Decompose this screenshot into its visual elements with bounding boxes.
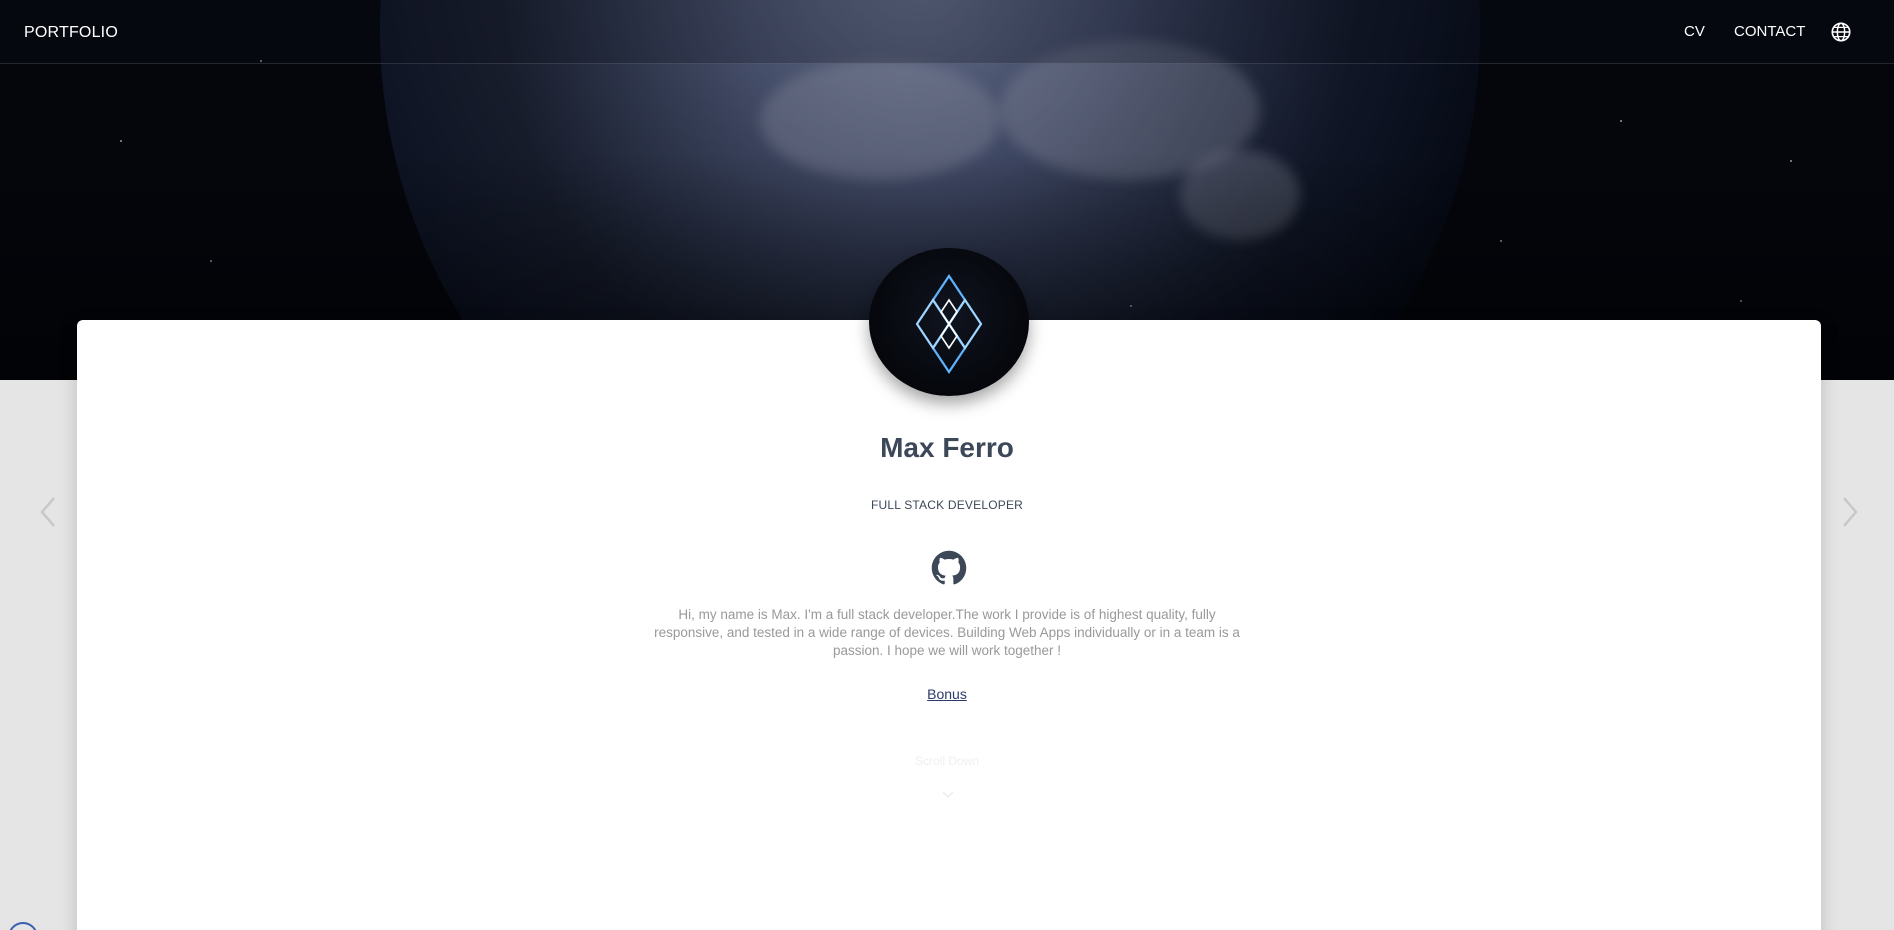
scroll-hint: Scroll Down: [914, 754, 980, 768]
bonus-container: Bonus: [0, 686, 1894, 702]
logo-icon: [915, 274, 983, 374]
avatar: [869, 248, 1029, 396]
brand-link[interactable]: PORTFOLIO: [24, 24, 118, 42]
globe-icon[interactable]: [1830, 21, 1852, 43]
nav-link-cv[interactable]: CV: [1684, 23, 1705, 40]
profile-name: Max Ferro: [880, 432, 1014, 463]
profile-role: FULL STACK DEVELOPER: [870, 498, 1024, 512]
bonus-link[interactable]: Bonus: [927, 686, 967, 702]
nav-link-contact[interactable]: CONTACT: [1734, 23, 1805, 40]
profile-bio: Hi, my name is Max. I'm a full stack dev…: [654, 607, 1240, 658]
github-icon[interactable]: [931, 550, 967, 586]
chevron-down-icon[interactable]: [941, 790, 955, 800]
top-navbar: PORTFOLIO CV CONTACT: [0, 0, 1894, 64]
floating-badge-icon[interactable]: [8, 922, 38, 930]
